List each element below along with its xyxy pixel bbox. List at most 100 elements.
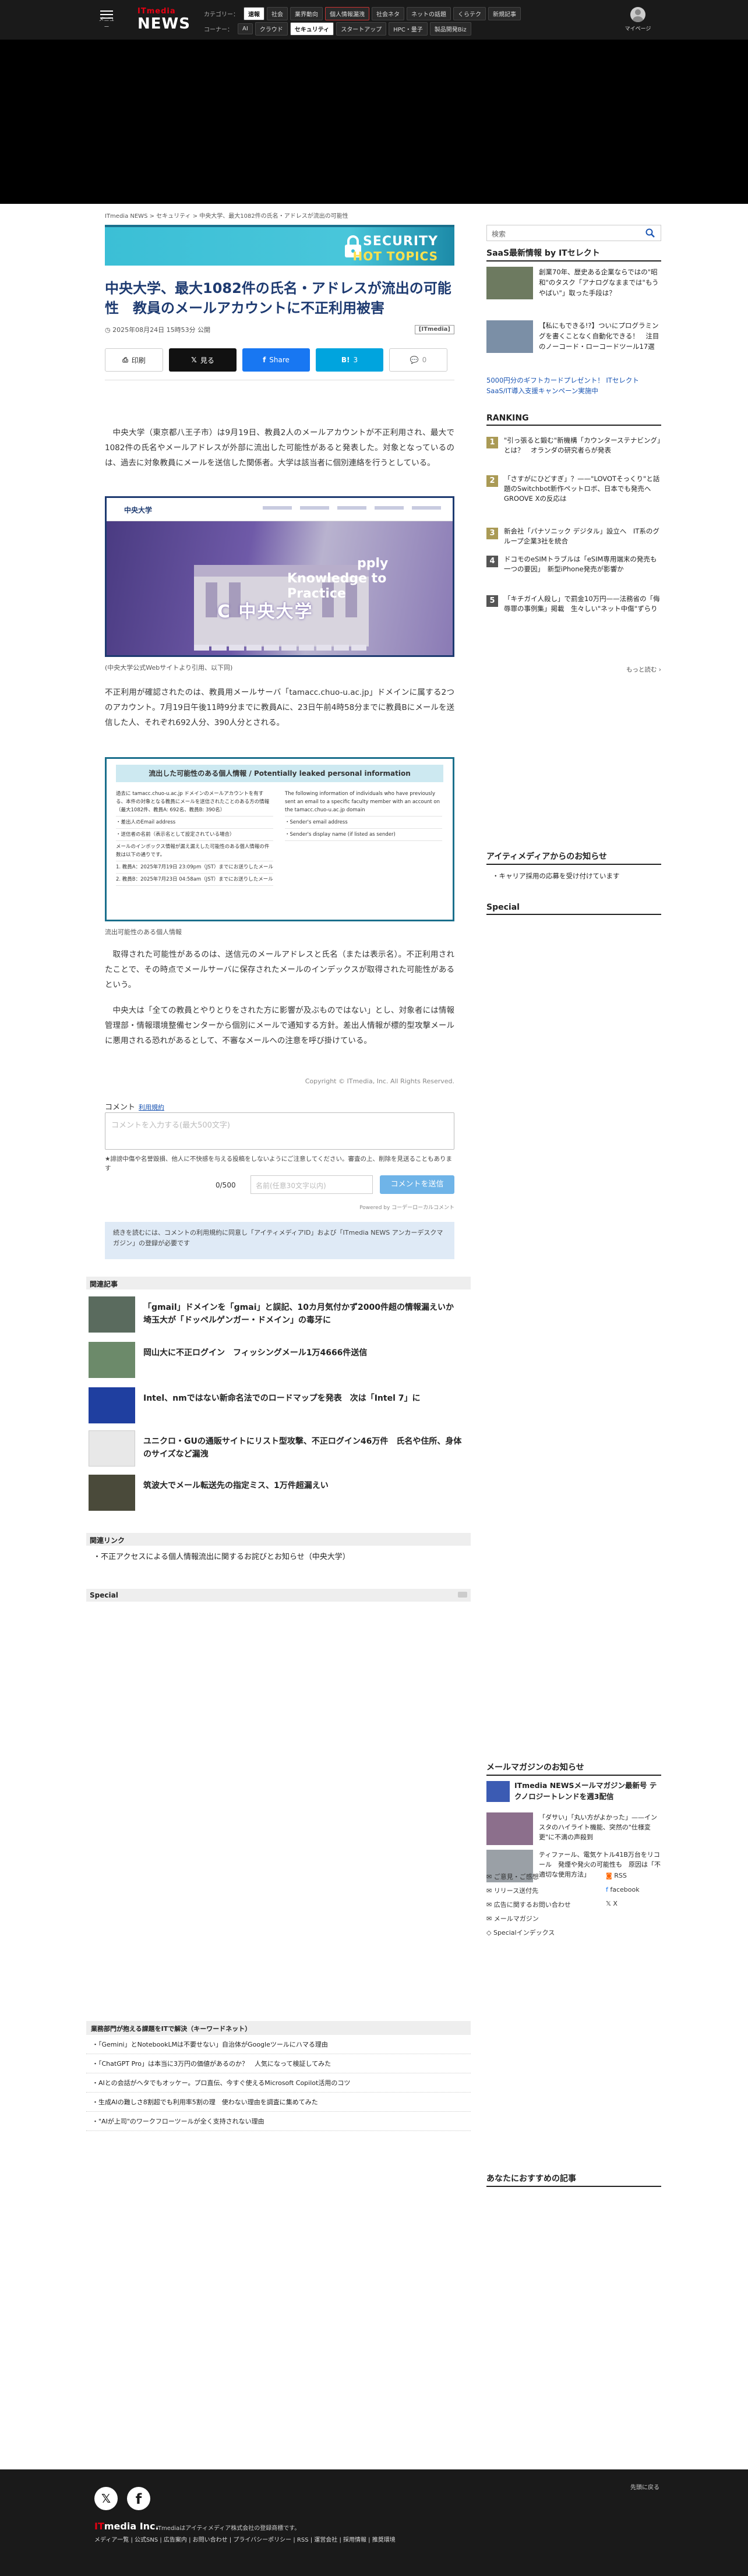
link-text: 広告に関するお問い合わせ: [493, 1901, 571, 1909]
special-heading: Special: [86, 1589, 471, 1602]
related-article[interactable]: ユニクロ・GUの通販サイトにリスト型攻撃、不正ログイン46万件 氏名や住所、身体…: [89, 1430, 467, 1468]
nav-category[interactable]: くらテク: [453, 6, 486, 20]
related-link-text: 不正アクセスによる個人情報流出に関するお詫びとお知らせ（中央大学）: [101, 1553, 350, 1561]
facebook-share-button[interactable]: f Share: [242, 348, 310, 372]
related-article[interactable]: 岡山大に不正ログイン フィッシングメール1万4666件送信: [89, 1342, 467, 1379]
rss-link[interactable]: ◙ RSS: [606, 1872, 661, 1886]
footer-links[interactable]: メディア一覧 | 公式SNS | 広告案内 | お問い合わせ | プライバシーポ…: [94, 2535, 396, 2543]
trademark-note: ITmediaはアイティメディア株式会社の登録商標です。: [156, 2525, 301, 2532]
send-comment-button[interactable]: コメントを送信: [380, 1175, 454, 1194]
nav-corner[interactable]: AI: [238, 23, 253, 34]
nav-corner[interactable]: スタートアップ: [336, 22, 387, 36]
comment-heading: コメント 利用規約: [105, 1101, 164, 1112]
consent-notice: 続きを読むには、コメントの利用規約に同意し「アイティメディアID」および「ITm…: [105, 1222, 454, 1259]
x-icon: 𝕏: [606, 1900, 611, 1907]
article-title: 中央大学、最大1082件の氏名・アドレスが流出の可能性 教員のメールアカウントに…: [105, 280, 451, 316]
related-thumbnail: [89, 1342, 135, 1378]
ranking-item[interactable]: 2 「さすがにひどすぎ」？——"LOVOTそっくり"と話題のSwitchbot新作…: [486, 474, 661, 503]
release-link[interactable]: ✉ リリース送付先: [486, 1886, 606, 1900]
ad-inquiry-link[interactable]: ✉ 広告に関するお問い合わせ: [486, 1900, 606, 1914]
pr-box: 業務部門が抱える課題をITで解決（キーワードネット） ・「Gemini」とNot…: [86, 2021, 471, 2155]
pr-item[interactable]: ・生成AIの難しさ8割超でも利用率5割の理 使わない理由を調査に集めてみた: [86, 2093, 471, 2112]
nav-corner[interactable]: HPC・量子: [389, 22, 428, 36]
menu-button[interactable]: メニュー: [97, 8, 117, 34]
comment-input[interactable]: コメントを入力する(最大500文字): [105, 1112, 454, 1150]
pr-item[interactable]: ・AIとの会話がヘタでもオッケー。プロ直伝、今すぐ使えるMicrosoft Co…: [86, 2073, 471, 2093]
comment-count-button[interactable]: 💬 0: [389, 348, 447, 372]
nav-category[interactable]: 社会ネタ: [372, 6, 404, 20]
nav-category[interactable]: 新規記事: [488, 6, 521, 20]
back-to-top-link[interactable]: 先頭に戻る: [630, 2482, 659, 2491]
related-title: 筑波大でメール転送先の指定ミス、1万件超漏えい: [143, 1481, 329, 1490]
ranking-text: 「キチガイ人殺し」で罰金10万円——法務省の「侮辱罪の事例集」掲載 生々しい"ネ…: [504, 595, 660, 613]
saas-thumbnail: [486, 320, 533, 353]
breadcrumb[interactable]: ITmedia NEWS > セキュリティ > 中央大学、最大1082件の氏名・…: [105, 211, 454, 220]
pr-text: 生成AIの難しさ8割超でも利用率5割の理 使わない理由を調査に集めてみた: [98, 2098, 318, 2106]
search-icon[interactable]: [645, 228, 655, 238]
nav-corner[interactable]: 製品開発Biz: [429, 22, 471, 36]
x-link[interactable]: 𝕏 X: [606, 1900, 661, 1914]
related-article[interactable]: Intel、nmではない新命名法でのロードマップを発表 次は「Intel 7」に: [89, 1387, 467, 1425]
ranking-item[interactable]: 4 ドコモのeSIMトラブルは「eSIM専用端末の発売も一つの要因」 新型iPho…: [486, 554, 661, 575]
terms-link[interactable]: 利用規約: [139, 1104, 164, 1111]
related-article[interactable]: 「gmail」ドメインを「gmai」と誤記、10カ月気付かず2000件超の情報漏…: [89, 1296, 467, 1334]
pr-item[interactable]: ・「Gemini」とNotebookLMは不要せない」自治体がGoogleツール…: [86, 2035, 471, 2054]
special-index-link[interactable]: ◇ Specialインデックス: [486, 1928, 606, 1942]
feedback-link[interactable]: ✉ ご意見・ご感想: [486, 1872, 606, 1886]
related-article[interactable]: 筑波大でメール転送先の指定ミス、1万件超漏えい: [89, 1475, 467, 1512]
x-icon[interactable]: 𝕏: [94, 2487, 118, 2510]
nav-corner[interactable]: セキュリティ: [290, 22, 334, 36]
pr-text: "AIが上司"のワークフローツールが全く支持されない理由: [98, 2118, 264, 2125]
site-logo[interactable]: ITmedia NEWS: [137, 7, 193, 34]
related-link[interactable]: ・不正アクセスによる個人情報流出に関するお詫びとお知らせ（中央大学）: [93, 1550, 350, 1561]
mypage-button[interactable]: マイページ: [623, 7, 652, 32]
ranking-text: 新会社「パナソニック デジタル」設立へ IT系のグループ企業3社を統合: [504, 527, 659, 545]
nav-category[interactable]: 社会: [267, 6, 288, 20]
search-input[interactable]: 検索: [486, 225, 661, 241]
name-input[interactable]: 名前(任意30文字以内): [250, 1175, 373, 1194]
nav-category[interactable]: 速報: [244, 6, 264, 20]
facebook-link[interactable]: f facebook: [606, 1886, 661, 1900]
nav-category[interactable]: 個人情報漏洩: [325, 6, 369, 20]
corner-label: コーナー：: [204, 26, 233, 33]
fig2-row: ・Sender's email address: [285, 817, 442, 829]
mailmag-heading: メールマガジンのお知らせ: [486, 1761, 661, 1776]
ranking-text: "引っ張ると鍛む"新機構「カウンターステナビング」とは？ オランダの研究者らが発…: [504, 436, 661, 454]
security-banner[interactable]: SECURITY HOT TOPICS: [105, 225, 454, 266]
pr-text: 「ChatGPT Pro」は本当に3万円の価値があるのか？ 人気になって検証して…: [98, 2060, 331, 2068]
menu-label: メニュー: [98, 17, 115, 30]
mailmag-link[interactable]: ✉ メールマガジン: [486, 1914, 606, 1928]
ranking-more-link[interactable]: もっと読む ›: [486, 665, 661, 674]
x-share-button[interactable]: 𝕏 見る: [169, 348, 237, 372]
footer-logo[interactable]: ITmedia Inc.: [94, 2521, 159, 2532]
saas-item[interactable]: 【私にもできる!?】ついにプログラミングを書くことなく自動化できる！ 注目のノー…: [486, 320, 661, 359]
link-text: X: [613, 1900, 618, 1907]
print-button[interactable]: ⎙ 印刷: [105, 348, 163, 372]
saas-item[interactable]: 創業70年、歴史ある企業ならではの"昭和"のタスク「アナログなままでは"もうやば…: [486, 267, 661, 305]
ranking-item[interactable]: 5 「キチガイ人殺し」で罰金10万円——法務省の「侮辱罪の事例集」掲載 生々しい"…: [486, 594, 661, 615]
nav-category[interactable]: 業界動向: [290, 6, 323, 20]
recommend-heading: あなたにおすすめの記事: [486, 2172, 661, 2187]
career-link[interactable]: ・キャリア採用の応募を受け付けています: [492, 871, 620, 881]
pr-item[interactable]: ・「ChatGPT Pro」は本当に3万円の価値があるのか？ 人気になって検証し…: [86, 2054, 471, 2073]
saas-campaign-link[interactable]: 5000円分のギフトカードプレゼント！ ITセレクトSaaS/IT導入支援キャン…: [486, 375, 661, 396]
mailmag-item[interactable]: 「ダサい」「丸い方がよかった」——インスタのハイライト機能、突然の"仕様変更"に…: [486, 1812, 661, 1847]
publish-date: ◷ 2025年08月24日 15時53分 公開: [105, 326, 211, 334]
facebook-icon[interactable]: f: [127, 2487, 150, 2510]
comment-icon: 💬: [410, 356, 419, 364]
fb-label: Share: [269, 356, 290, 364]
mailmag-main[interactable]: ITmedia NEWSメールマガジン最新号 テクノロジートレンドを週3配信: [486, 1780, 661, 1805]
career-text: キャリア採用の応募を受け付けています: [499, 872, 620, 880]
saas-thumbnail: [486, 267, 533, 299]
brand-label: [ITmedia]: [414, 325, 454, 334]
related-title: ユニクロ・GUの通販サイトにリスト型攻撃、不正ログイン46万件 氏名や住所、身体…: [143, 1437, 462, 1459]
ranking-item[interactable]: 1 "引っ張ると鍛む"新機構「カウンターステナビング」とは？ オランダの研究者らが…: [486, 436, 661, 457]
pr-item[interactable]: ・"AIが上司"のワークフローツールが全く支持されない理由: [86, 2112, 471, 2131]
comment-note: ★誹謗中傷や名誉毀損、他人に不快感を与える投稿をしないようにご注意してください。…: [105, 1156, 453, 1172]
nav-category[interactable]: ネットの話題: [407, 6, 451, 20]
hatena-bookmark-button[interactable]: B! 3: [316, 348, 383, 372]
logo-top: ITmedia: [137, 7, 176, 16]
ranking-item[interactable]: 3 新会社「パナソニック デジタル」設立へ IT系のグループ企業3社を統合: [486, 526, 661, 547]
nav-corner[interactable]: クラウド: [255, 22, 288, 36]
